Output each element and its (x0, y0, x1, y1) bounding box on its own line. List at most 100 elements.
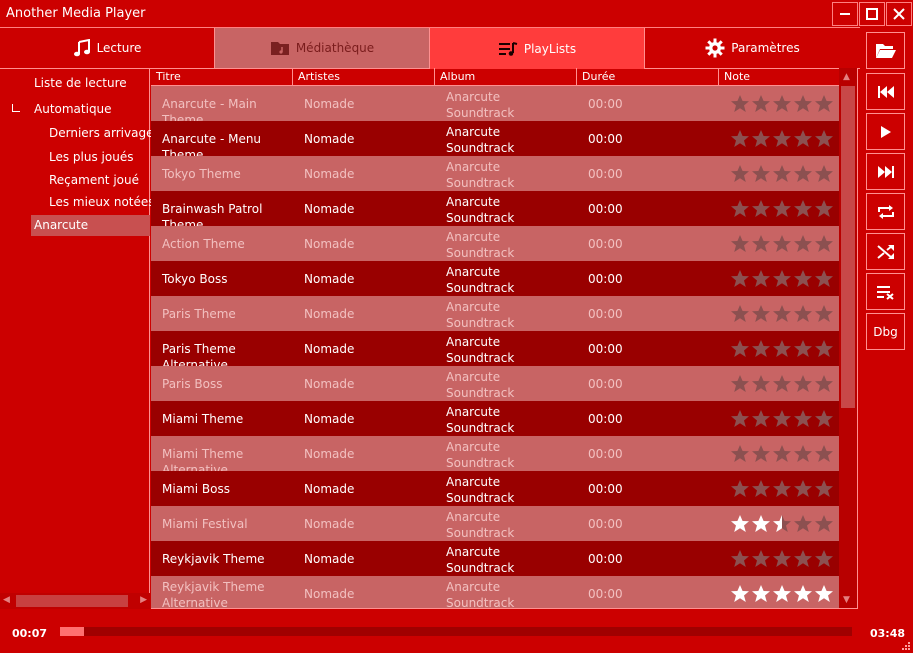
close-button[interactable] (886, 2, 912, 26)
star-icon[interactable] (793, 584, 813, 603)
rating-stars[interactable] (730, 374, 834, 393)
scrollbar-thumb[interactable] (16, 595, 128, 607)
table-row[interactable]: Paris Theme Alternative Nomade Anarcute So… (151, 331, 840, 372)
scroll-down-icon[interactable]: ▼ (843, 595, 850, 605)
resize-grip-icon[interactable] (900, 640, 910, 650)
star-icon[interactable] (814, 409, 834, 428)
tree-item-plus-joues[interactable]: Les plus joués (49, 150, 133, 164)
star-icon[interactable] (814, 339, 834, 358)
tree-item-anarcute[interactable]: Anarcute (31, 215, 150, 236)
table-row[interactable]: Anarcute - Menu Theme Nomade Anarcute Soun… (151, 121, 840, 162)
rating-stars[interactable] (730, 409, 834, 428)
scroll-right-icon[interactable]: ▶ (140, 595, 147, 605)
star-icon[interactable] (751, 479, 771, 498)
star-icon[interactable] (751, 129, 771, 148)
table-row[interactable]: Miami Boss Nomade Anarcute Soundtrack 00:00 (151, 471, 840, 506)
star-icon[interactable] (793, 269, 813, 288)
star-icon[interactable] (772, 444, 792, 463)
maximize-button[interactable] (859, 2, 885, 26)
table-row[interactable]: Reykjavik Theme Nomade Anarcute Soundtrack… (151, 541, 840, 576)
star-icon[interactable] (793, 339, 813, 358)
tree-item-mieux-notees[interactable]: Les mieux notées (49, 195, 155, 209)
table-row[interactable]: Anarcute - Main Theme Nomade Anarcute Soun… (151, 86, 840, 127)
star-icon[interactable] (751, 444, 771, 463)
star-icon[interactable] (793, 479, 813, 498)
star-icon[interactable] (772, 234, 792, 253)
table-row[interactable]: Tokyo Boss Nomade Anarcute Soundtrack 00:00 (151, 261, 840, 296)
rating-stars[interactable] (730, 514, 834, 533)
rating-stars[interactable] (730, 339, 834, 358)
star-icon[interactable] (772, 584, 792, 603)
open-folder-button[interactable] (866, 32, 905, 69)
star-icon[interactable] (814, 514, 834, 533)
star-icon[interactable] (772, 479, 792, 498)
tab-mediatheque[interactable]: Médiathèque (215, 28, 430, 69)
star-icon[interactable] (814, 549, 834, 568)
star-icon[interactable] (772, 304, 792, 323)
scroll-up-icon[interactable]: ▲ (843, 72, 850, 82)
star-icon[interactable] (751, 304, 771, 323)
star-icon[interactable] (793, 129, 813, 148)
star-icon[interactable] (730, 269, 750, 288)
star-icon[interactable] (772, 339, 792, 358)
rating-stars[interactable] (730, 479, 834, 498)
tree-item-recemment-joue[interactable]: Reçament joué (49, 173, 139, 187)
collapse-toggle-icon[interactable] (12, 104, 20, 112)
star-icon[interactable] (730, 234, 750, 253)
minimize-button[interactable] (832, 2, 858, 26)
star-icon[interactable] (751, 409, 771, 428)
rating-stars[interactable] (730, 549, 834, 568)
star-icon[interactable] (751, 514, 771, 533)
repeat-button[interactable] (866, 193, 905, 230)
column-header-album[interactable]: Album (435, 68, 577, 86)
table-row[interactable]: Brainwash Patrol Theme Nomade Anarcute Sou… (151, 191, 840, 232)
star-icon[interactable] (793, 94, 813, 113)
star-icon[interactable] (730, 94, 750, 113)
vertical-scrollbar[interactable]: ▲ ▼ (839, 68, 857, 608)
star-icon[interactable] (772, 164, 792, 183)
star-icon[interactable] (751, 94, 771, 113)
star-icon[interactable] (751, 549, 771, 568)
star-icon[interactable] (772, 549, 792, 568)
star-icon[interactable] (814, 199, 834, 218)
scrollbar-thumb[interactable] (841, 86, 855, 408)
star-icon[interactable] (772, 269, 792, 288)
table-row[interactable]: Paris Boss Nomade Anarcute Soundtrack 00:00 (151, 366, 840, 401)
rating-stars[interactable] (730, 304, 834, 323)
star-icon[interactable] (751, 374, 771, 393)
column-header-duration[interactable]: Durée (577, 68, 719, 86)
tab-parametres[interactable]: Paramètres (645, 28, 860, 69)
star-icon[interactable] (793, 409, 813, 428)
star-icon[interactable] (730, 199, 750, 218)
star-icon[interactable] (793, 549, 813, 568)
star-icon[interactable] (793, 444, 813, 463)
star-icon[interactable] (730, 479, 750, 498)
rating-stars[interactable] (730, 94, 834, 113)
star-icon[interactable] (751, 164, 771, 183)
rating-stars[interactable] (730, 584, 834, 603)
star-icon[interactable] (751, 339, 771, 358)
star-icon[interactable] (772, 199, 792, 218)
tab-playlists[interactable]: PlayLists (430, 28, 645, 69)
star-icon[interactable] (730, 409, 750, 428)
star-icon[interactable] (730, 549, 750, 568)
star-icon[interactable] (814, 374, 834, 393)
rating-stars[interactable] (730, 234, 834, 253)
star-icon[interactable] (793, 164, 813, 183)
star-icon[interactable] (730, 129, 750, 148)
star-icon[interactable] (730, 339, 750, 358)
table-row[interactable]: Miami Theme Alternative Nomade Anarcute So… (151, 436, 840, 477)
column-header-rating[interactable]: Note (719, 68, 840, 86)
tab-lecture[interactable]: Lecture (0, 28, 215, 69)
star-icon[interactable] (814, 304, 834, 323)
star-icon[interactable] (751, 584, 771, 603)
table-row[interactable]: Paris Theme Nomade Anarcute Soundtrack 00:0… (151, 296, 840, 331)
star-icon[interactable] (814, 479, 834, 498)
column-header-artists[interactable]: Artistes (293, 68, 435, 86)
star-icon[interactable] (751, 269, 771, 288)
column-header-title[interactable]: Titre (151, 68, 293, 86)
shuffle-button[interactable] (866, 233, 905, 270)
rating-stars[interactable] (730, 444, 834, 463)
star-icon[interactable] (730, 584, 750, 603)
table-row[interactable]: Miami Festival Nomade Anarcute Soundtrack 0… (151, 506, 840, 541)
